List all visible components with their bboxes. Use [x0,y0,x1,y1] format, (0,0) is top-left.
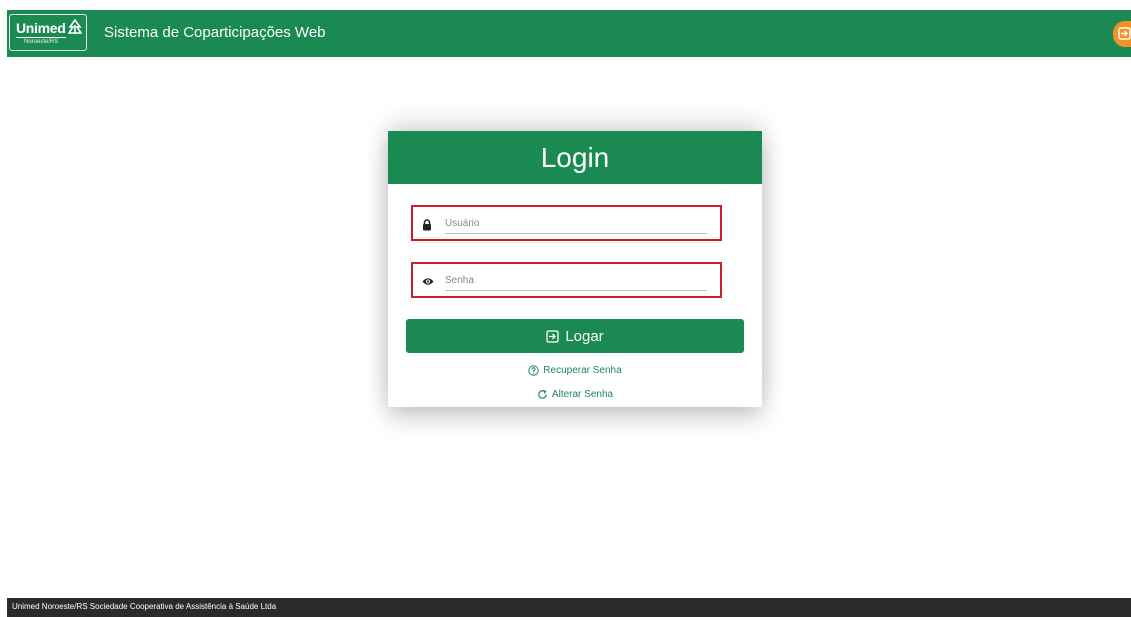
refresh-icon [538,389,547,399]
logo-text: Unimed [16,20,66,36]
app-title: Sistema de Coparticipações Web [104,24,326,41]
footer: Unimed Noroeste/RS Sociedade Cooperativa… [7,598,1131,617]
unimed-tree-icon [68,19,82,34]
unimed-logo: Unimed Noroeste/RS [9,14,87,51]
login-card: Login Logar Recuperar Senha [388,131,762,407]
login-icon [546,329,559,343]
login-card-header: Login [388,131,762,184]
recover-password-link[interactable]: Recuperar Senha [388,365,762,376]
password-field [411,262,722,298]
exit-button[interactable] [1113,21,1131,47]
change-password-label: Alterar Senha [551,389,614,400]
footer-text: Unimed Noroeste/RS Sociedade Cooperativa… [12,602,277,611]
username-input[interactable] [445,213,707,234]
logo-subtext: Noroeste/RS [24,39,59,45]
change-password-link[interactable]: Alterar Senha [388,389,762,400]
login-button[interactable]: Logar [406,319,744,353]
recover-password-label: Recuperar Senha [543,365,622,376]
password-input[interactable] [445,270,707,291]
logo-underline [16,37,66,38]
username-field [411,205,722,241]
lock-icon [423,219,431,231]
help-circle-icon [528,365,539,376]
top-bar: Unimed Noroeste/RS Sistema de Coparticip… [7,10,1131,57]
login-button-label: Logar [565,327,604,345]
eye-icon[interactable] [422,277,434,286]
login-title: Login [540,142,610,173]
exit-icon [1118,27,1131,40]
